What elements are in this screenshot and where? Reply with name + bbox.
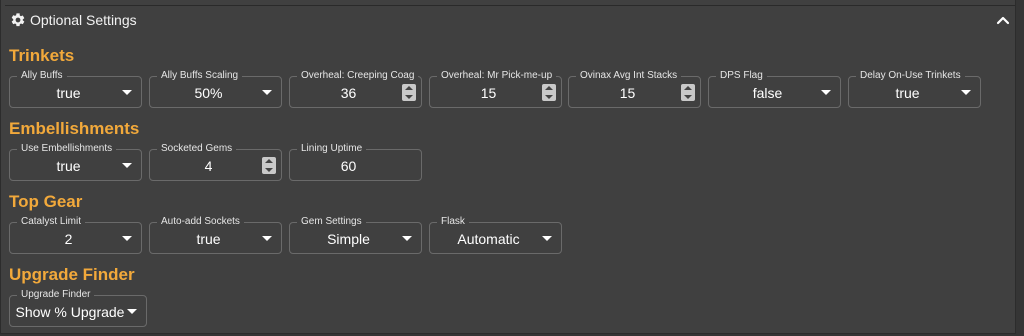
section-title-trinkets: Trinkets (9, 46, 75, 65)
field-label: Ally Buffs (17, 70, 67, 82)
field-label: Auto-add Sockets (157, 216, 244, 228)
field-label: Ovinax Avg Int Stacks (576, 70, 682, 82)
caret-down-icon (402, 236, 412, 241)
use-embellishments-select[interactable]: Use Embellishments true (9, 143, 142, 181)
field-value: true (56, 158, 81, 174)
field-value: Automatic (457, 231, 520, 247)
socketed-gems-input[interactable]: Socketed Gems 4 (149, 143, 282, 181)
caret-down-icon (127, 309, 137, 314)
section-title-upgrade-finder: Upgrade Finder (9, 265, 135, 284)
catalyst-limit-select[interactable]: Catalyst Limit 2 (9, 216, 142, 254)
caret-down-icon (122, 163, 132, 168)
caret-down-icon (122, 90, 132, 95)
lining-uptime-input[interactable]: Lining Uptime 60 (289, 143, 422, 181)
caret-down-icon (262, 236, 272, 241)
spin-down-icon[interactable] (684, 95, 692, 99)
field-value: 15 (480, 85, 497, 101)
field-label: Ally Buffs Scaling (157, 70, 243, 82)
field-label: Delay On-Use Trinkets (856, 70, 965, 82)
optional-settings-header[interactable]: Optional Settings (1, 6, 1015, 36)
dps-flag-select[interactable]: DPS Flag false (708, 70, 841, 108)
field-label: Lining Uptime (297, 143, 367, 155)
field-label: DPS Flag (716, 70, 767, 82)
gear-icon (11, 13, 25, 27)
section-title-embellishments: Embellishments (9, 119, 140, 138)
spin-up-icon[interactable] (405, 86, 413, 90)
field-value: 4 (204, 158, 213, 174)
number-spinner[interactable] (402, 84, 416, 101)
upgrade-finder-select[interactable]: Upgrade Finder Show % Upgrade (9, 289, 147, 327)
overheal-creeping-coag-input[interactable]: Overheal: Creeping Coag 36 (289, 70, 422, 108)
field-label: Catalyst Limit (17, 216, 86, 228)
field-label: Socketed Gems (157, 143, 237, 155)
caret-down-icon (542, 236, 552, 241)
spin-up-icon[interactable] (265, 159, 273, 163)
caret-down-icon (122, 236, 132, 241)
ally-buffs-scaling-select[interactable]: Ally Buffs Scaling 50% (149, 70, 282, 108)
field-value: Show % Upgrade (15, 304, 125, 320)
spin-up-icon[interactable] (545, 86, 553, 90)
chevron-up-icon[interactable] (995, 13, 1011, 27)
field-value: true (895, 85, 920, 101)
number-spinner[interactable] (262, 157, 276, 174)
gem-settings-select[interactable]: Gem Settings Simple (289, 216, 422, 254)
caret-down-icon (821, 90, 831, 95)
field-label: Overheal: Creeping Coag (297, 70, 419, 82)
auto-add-sockets-select[interactable]: Auto-add Sockets true (149, 216, 282, 254)
caret-down-icon (961, 90, 971, 95)
field-label: Use Embellishments (17, 143, 117, 155)
section-title-top-gear: Top Gear (9, 192, 83, 211)
delay-on-use-trinkets-select[interactable]: Delay On-Use Trinkets true (848, 70, 981, 108)
ovinax-avg-int-stacks-input[interactable]: Ovinax Avg Int Stacks 15 (568, 70, 701, 108)
flask-select[interactable]: Flask Automatic (429, 216, 562, 254)
field-label: Upgrade Finder (17, 289, 95, 301)
spin-down-icon[interactable] (265, 168, 273, 172)
field-value: 50% (194, 85, 223, 101)
caret-down-icon (262, 90, 272, 95)
field-value: 15 (619, 85, 636, 101)
field-value: true (56, 85, 81, 101)
field-value: 60 (340, 158, 357, 174)
spin-down-icon[interactable] (545, 95, 553, 99)
optional-settings-panel: Optional Settings Trinkets Ally Buffs tr… (0, 0, 1016, 334)
field-label: Gem Settings (297, 216, 366, 228)
number-spinner[interactable] (542, 84, 556, 101)
field-value: false (752, 85, 783, 101)
spin-down-icon[interactable] (405, 95, 413, 99)
spin-up-icon[interactable] (684, 86, 692, 90)
overheal-mr-pick-me-up-input[interactable]: Overheal: Mr Pick-me-up 15 (429, 70, 562, 108)
field-value: Simple (327, 231, 370, 247)
field-value: true (196, 231, 221, 247)
field-value: 36 (340, 85, 357, 101)
field-value: 2 (64, 231, 73, 247)
number-spinner[interactable] (681, 84, 695, 101)
panel-title: Optional Settings (30, 12, 137, 28)
field-label: Flask (437, 216, 469, 228)
field-label: Overheal: Mr Pick-me-up (437, 70, 557, 82)
ally-buffs-select[interactable]: Ally Buffs true (9, 70, 142, 108)
